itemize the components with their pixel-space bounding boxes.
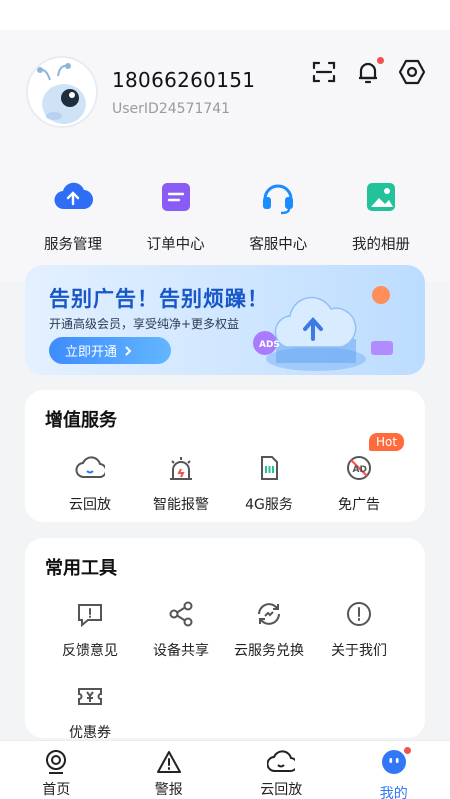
service-cloud-playback[interactable]: 云回放: [42, 452, 138, 514]
ant-mascot-icon: [28, 58, 96, 126]
wifi-icon: [385, 8, 401, 21]
tab-label: 云回放: [260, 782, 303, 798]
common-tools-card: 常用工具 反馈意见 设备共享 云服务兑换 关于我们 优惠券: [25, 538, 425, 738]
open-membership-label: 立即开通: [65, 345, 118, 360]
profile-face-icon-wrap: [381, 747, 411, 779]
section-title: 增值服务: [45, 410, 117, 431]
headset-icon: [258, 177, 298, 217]
cloud-upload-icon: [53, 177, 93, 217]
tab-label: 我的: [379, 786, 408, 799]
vip-banner[interactable]: 告别广告！告别烦躁！ 开通高级会员，享受纯净+更多权益 立即开通 ADS: [25, 265, 425, 375]
photo-album-icon: [361, 177, 401, 217]
info-icon: [343, 598, 375, 630]
exchange-icon: [253, 598, 285, 630]
header-actions: [310, 57, 426, 86]
banner-subtitle: 开通高级会员，享受纯净+更多权益: [49, 317, 240, 331]
alarm-siren-icon: [165, 452, 197, 484]
avatar[interactable]: [26, 56, 98, 128]
tool-label: 关于我们: [331, 643, 387, 659]
order-list-icon: [156, 177, 196, 217]
tool-device-share[interactable]: 设备共享: [133, 598, 229, 660]
chevron-right-icon: [125, 345, 132, 356]
quick-label: 客服中心: [249, 237, 308, 253]
cloud-shield-illustration: [253, 286, 393, 371]
service-label: 云回放: [69, 497, 111, 513]
tab-notification-dot: [403, 747, 411, 754]
tab-label: 警报: [154, 782, 183, 798]
battery-icon: [427, 8, 436, 22]
service-smart-alarm[interactable]: 智能报警: [133, 452, 229, 514]
cloud-playback-icon: [74, 452, 106, 484]
service-label: 免广告: [338, 497, 380, 513]
notification-dot: [377, 57, 384, 64]
share-icon: [165, 598, 197, 630]
tool-label: 优惠券: [69, 725, 111, 738]
profile-header: 18066260151 UserID24571741: [0, 30, 450, 160]
quick-label: 我的相册: [351, 237, 410, 253]
status-icons: [385, 8, 436, 22]
tool-label: 反馈意见: [62, 643, 118, 659]
user-phone: 18066260151: [112, 68, 256, 92]
warning-icon: [156, 751, 181, 773]
quick-actions: 服务管理 订单中心 客服中心 我的相册: [0, 160, 450, 282]
status-bar: 2:09: [0, 0, 450, 30]
quick-label: 订单中心: [146, 237, 205, 253]
feedback-icon: [74, 598, 106, 630]
camera-home-icon: [46, 750, 67, 774]
cloud-icon: [267, 750, 296, 772]
user-id: UserID24571741: [112, 101, 231, 117]
value-added-services-card: 增值服务 Hot 云回放 智能报警 4G服务 AD 免广告: [25, 390, 425, 522]
bottom-tab-bar: 首页 警报 云回放 我的: [0, 740, 450, 799]
no-ad-icon: AD: [343, 452, 375, 484]
tool-coupon[interactable]: 优惠券: [42, 680, 138, 738]
tab-mine[interactable]: 我的: [338, 741, 450, 799]
section-title: 常用工具: [45, 558, 117, 579]
tool-feedback[interactable]: 反馈意见: [42, 598, 138, 660]
quick-label: 服务管理: [44, 237, 102, 253]
service-4g[interactable]: 4G服务: [221, 452, 317, 514]
tab-cloud-playback[interactable]: 云回放: [225, 741, 338, 799]
open-membership-button[interactable]: 立即开通: [49, 337, 171, 364]
settings-button[interactable]: [398, 58, 426, 86]
coupon-icon: [74, 680, 106, 712]
service-label: 智能报警: [153, 497, 209, 513]
tab-label: 首页: [42, 782, 71, 798]
signal-icon: [407, 8, 421, 22]
tool-cloud-redeem[interactable]: 云服务兑换: [221, 598, 317, 660]
tab-alerts[interactable]: 警报: [113, 741, 226, 799]
svg-text:AD: AD: [353, 465, 367, 475]
status-time: 2:09: [14, 6, 48, 24]
hot-badge: Hot: [369, 433, 405, 451]
service-label: 4G服务: [245, 497, 293, 513]
notifications-button[interactable]: [354, 57, 384, 86]
scan-icon: [312, 61, 336, 83]
tool-label: 设备共享: [153, 643, 209, 659]
profile-face-icon: [381, 750, 406, 774]
tool-about-us[interactable]: 关于我们: [311, 598, 407, 660]
settings-hex-icon: [398, 59, 426, 85]
service-ad-free[interactable]: AD 免广告: [311, 452, 407, 514]
tool-label: 云服务兑换: [234, 643, 304, 659]
tab-home[interactable]: 首页: [0, 741, 113, 799]
ads-badge: ADS: [259, 340, 280, 350]
scan-button[interactable]: [310, 58, 338, 86]
sim-card-icon: [253, 452, 285, 484]
